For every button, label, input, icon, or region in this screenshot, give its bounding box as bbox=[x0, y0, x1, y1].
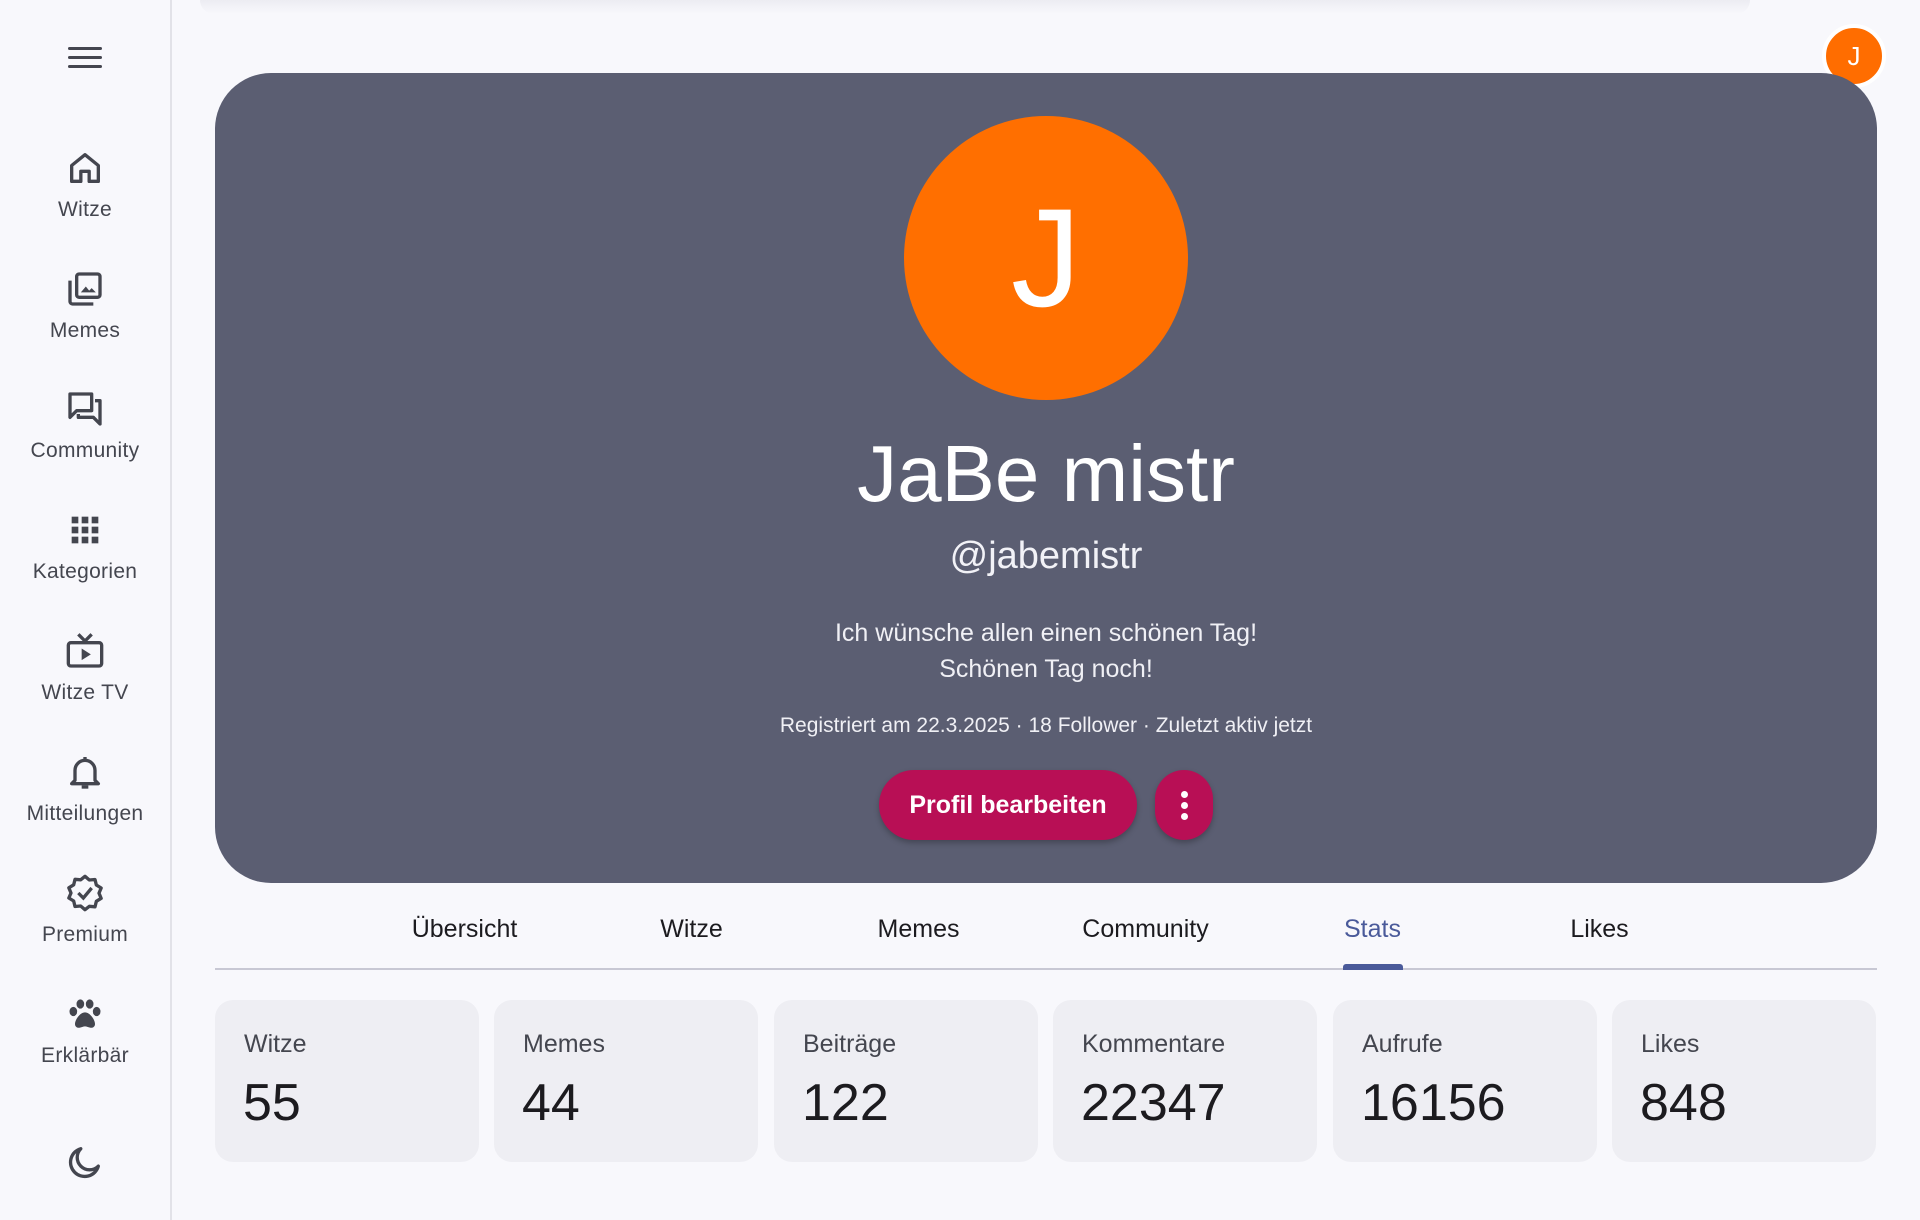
sidebar-item-label: Memes bbox=[49, 319, 121, 342]
stat-card-likes: Likes 848 bbox=[1612, 1000, 1876, 1162]
sidebar-item-community[interactable]: Community bbox=[0, 389, 170, 489]
sidebar-item-label: Premium bbox=[41, 923, 129, 946]
sidebar-item-label: Mitteilungen bbox=[26, 802, 144, 825]
tv-play-icon bbox=[66, 633, 104, 668]
profile-name: JaBe mistr bbox=[857, 429, 1235, 518]
stat-value: 55 bbox=[243, 1074, 301, 1132]
stat-value: 16156 bbox=[1361, 1074, 1506, 1132]
profile-bio-line: Schönen Tag noch! bbox=[939, 655, 1153, 683]
sidebar-item-erklaerbaer[interactable]: Erklärbär bbox=[0, 994, 170, 1094]
stat-card-memes: Memes 44 bbox=[494, 1000, 758, 1162]
profile-bio: Ich wünsche allen einen schönen Tag! Sch… bbox=[215, 615, 1877, 687]
stat-label: Kommentare bbox=[1082, 1030, 1226, 1058]
sidebar-item-memes[interactable]: Memes bbox=[0, 269, 170, 369]
sidebar-item-label: Witze TV bbox=[41, 681, 129, 704]
grid-icon bbox=[71, 516, 99, 544]
forum-icon bbox=[68, 392, 102, 426]
stat-label: Beiträge bbox=[803, 1030, 897, 1058]
dark-mode-toggle[interactable] bbox=[65, 1142, 105, 1182]
more-options-button[interactable] bbox=[1155, 770, 1213, 840]
photo-library-icon bbox=[68, 272, 102, 306]
stat-card-witze: Witze 55 bbox=[215, 1000, 479, 1162]
sidebar-item-mitteilungen[interactable]: Mitteilungen bbox=[0, 752, 170, 852]
tab-community[interactable]: Community bbox=[1032, 890, 1259, 968]
more-vert-icon bbox=[1180, 790, 1188, 798]
tab-memes[interactable]: Memes bbox=[805, 890, 1032, 968]
tab-uebersicht[interactable]: Übersicht bbox=[351, 890, 578, 968]
sidebar-item-label: Kategorien bbox=[32, 560, 138, 583]
stat-value: 44 bbox=[522, 1074, 580, 1132]
sidebar-item-label: Erklärbär bbox=[41, 1044, 129, 1067]
stat-label: Memes bbox=[523, 1030, 605, 1058]
profile-bio-line: Ich wünsche allen einen schönen Tag! bbox=[834, 619, 1258, 647]
profile-avatar: J bbox=[904, 116, 1188, 400]
stat-value: 22347 bbox=[1081, 1074, 1226, 1132]
moon-icon bbox=[68, 1147, 101, 1179]
stat-card-kommentare: Kommentare 22347 bbox=[1053, 1000, 1317, 1162]
stat-value: 122 bbox=[802, 1074, 889, 1132]
top-app-bar bbox=[200, 0, 1750, 14]
home-icon bbox=[70, 153, 101, 183]
sidebar-item-premium[interactable]: Premium bbox=[0, 873, 170, 973]
stat-card-aufrufe: Aufrufe 16156 bbox=[1333, 1000, 1597, 1162]
tab-stats[interactable]: Stats bbox=[1259, 890, 1486, 970]
stat-value: 848 bbox=[1640, 1074, 1727, 1132]
sidebar-item-label: Community bbox=[30, 439, 140, 462]
profile-tabs: Übersicht Witze Memes Community Stats Li… bbox=[215, 890, 1877, 970]
sidebar: Witze Memes Community Kategorien Witze T… bbox=[0, 0, 172, 1220]
profile-meta: Registriert am 22.3.2025 · 18 Follower ·… bbox=[779, 714, 1313, 737]
edit-profile-button[interactable]: Profil bearbeiten bbox=[879, 770, 1137, 840]
tab-likes[interactable]: Likes bbox=[1486, 890, 1713, 968]
profile-header-card: J JaBe mistr @jabemistr Ich wünsche alle… bbox=[215, 73, 1877, 883]
stat-card-beitraege: Beiträge 122 bbox=[774, 1000, 1038, 1162]
menu-icon[interactable] bbox=[61, 39, 109, 75]
bell-icon bbox=[70, 757, 101, 789]
tab-witze[interactable]: Witze bbox=[578, 890, 805, 968]
sidebar-item-label: Witze bbox=[58, 198, 112, 221]
stat-label: Aufrufe bbox=[1362, 1030, 1443, 1058]
stat-label: Likes bbox=[1641, 1030, 1700, 1058]
profile-handle: @jabemistr bbox=[949, 535, 1143, 577]
sidebar-item-kategorien[interactable]: Kategorien bbox=[0, 510, 170, 610]
sidebar-item-witze-tv[interactable]: Witze TV bbox=[0, 631, 170, 731]
verified-badge-icon bbox=[67, 874, 103, 912]
stat-label: Witze bbox=[244, 1030, 307, 1058]
paw-icon bbox=[69, 999, 101, 1028]
sidebar-item-witze[interactable]: Witze bbox=[0, 148, 170, 248]
